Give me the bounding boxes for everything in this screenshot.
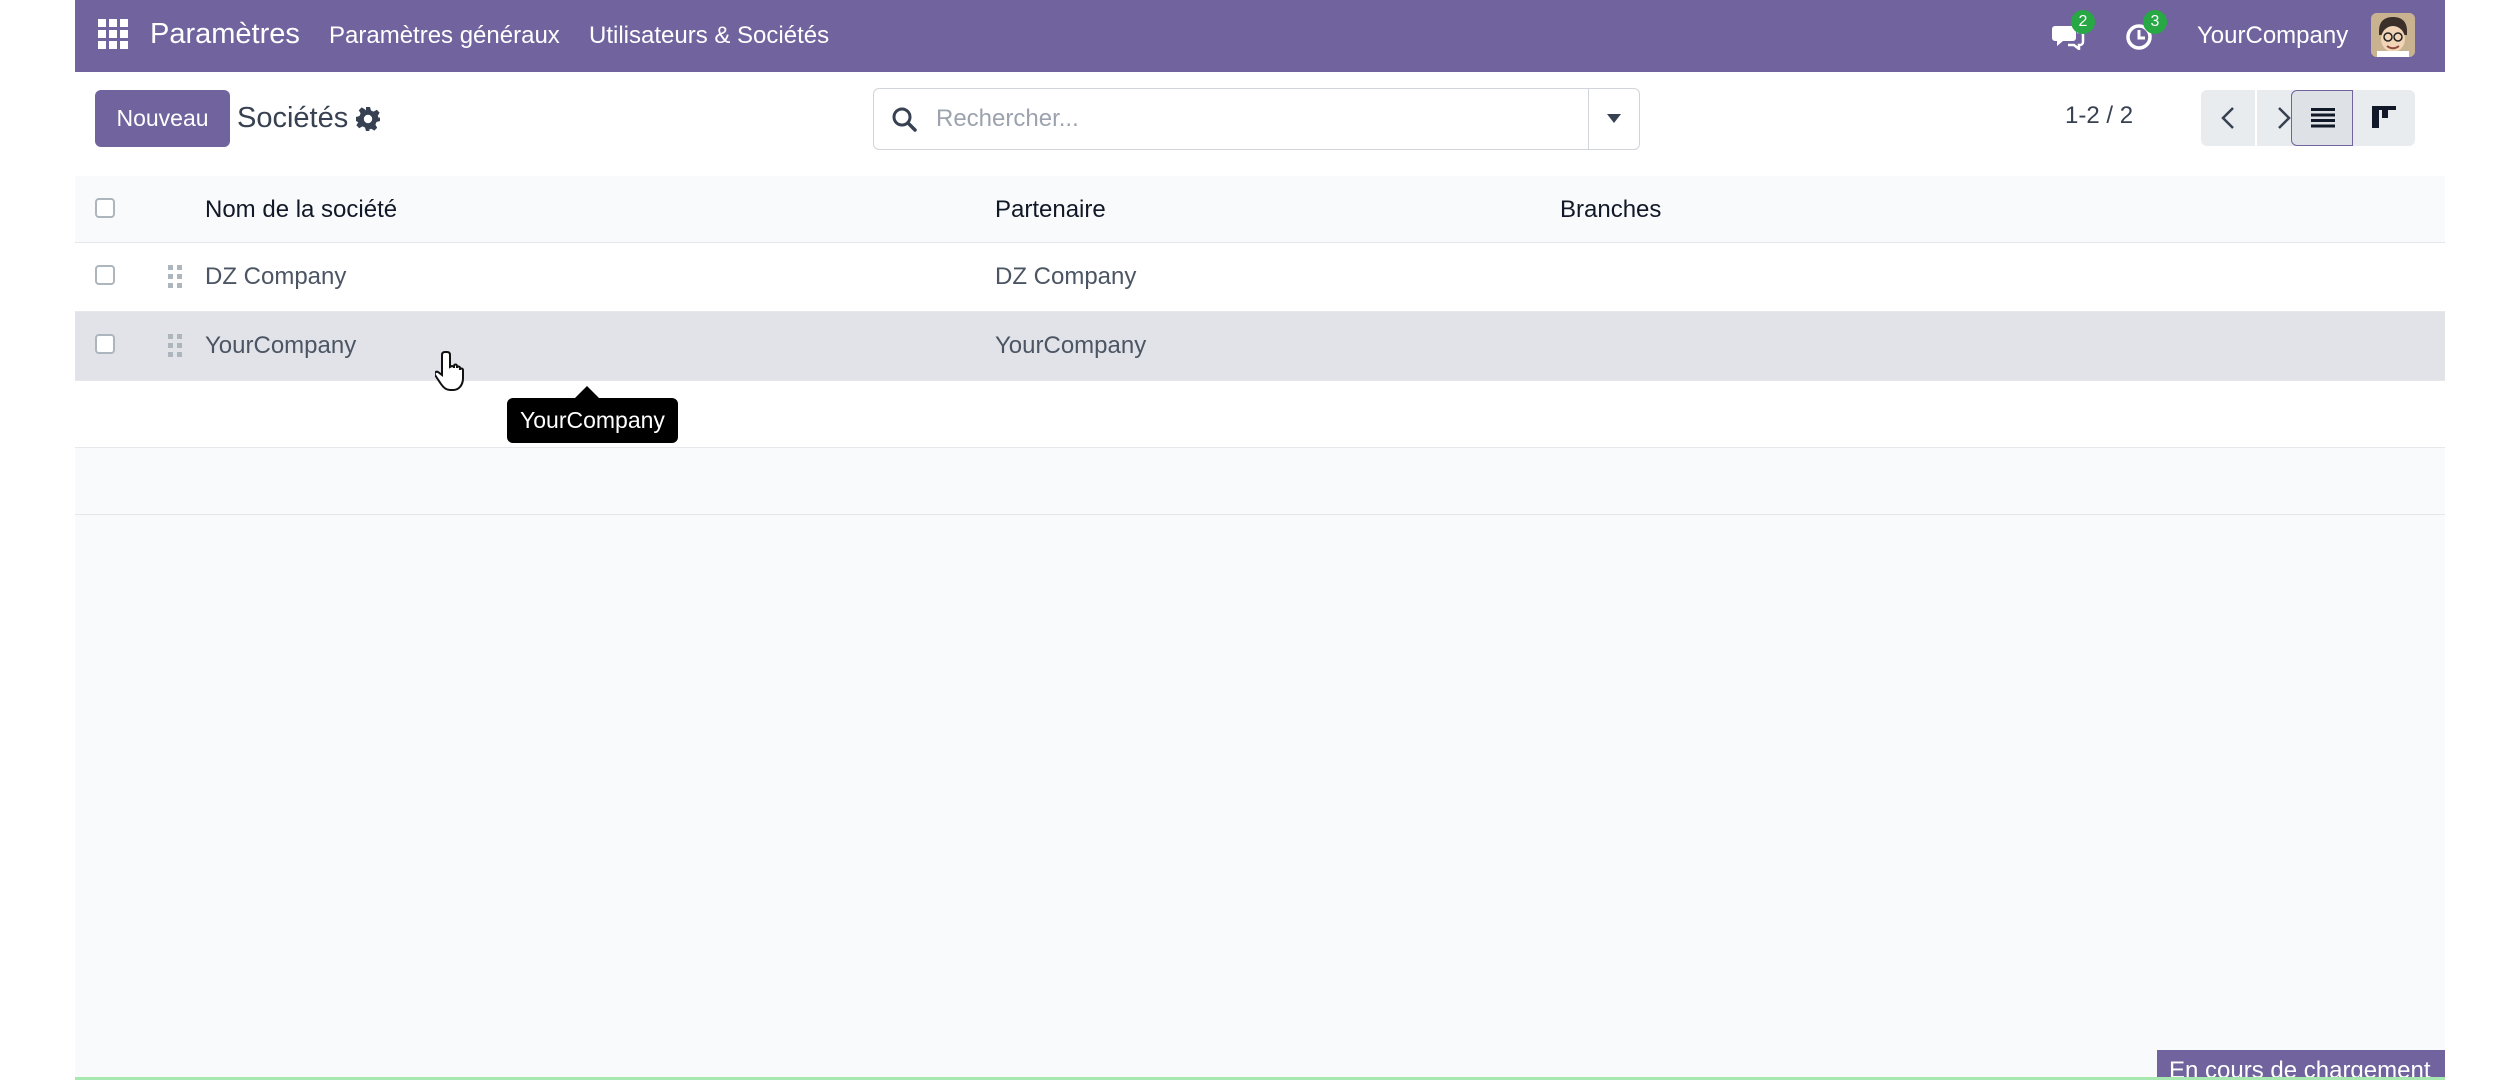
messages-badge: 2 bbox=[2071, 10, 2095, 34]
pager-value[interactable]: 1-2 / 2 bbox=[2065, 102, 2133, 130]
select-all-checkbox[interactable] bbox=[95, 198, 115, 218]
tooltip: YourCompany bbox=[507, 398, 678, 443]
kanban-view-icon bbox=[2372, 106, 2396, 128]
search-bar bbox=[873, 88, 1640, 150]
chevron-left-icon bbox=[2221, 107, 2234, 129]
header-branches[interactable]: Branches bbox=[1560, 196, 1661, 224]
drag-handle-icon[interactable] bbox=[167, 264, 183, 290]
cell-partner[interactable]: DZ Company bbox=[995, 263, 1136, 291]
header-partner[interactable]: Partenaire bbox=[995, 196, 1106, 224]
cell-company-name[interactable]: DZ Company bbox=[205, 263, 346, 291]
empty-row bbox=[75, 381, 2445, 448]
activities-badge: 3 bbox=[2143, 10, 2167, 34]
gear-icon[interactable] bbox=[355, 106, 381, 132]
new-button[interactable]: Nouveau bbox=[95, 90, 230, 147]
header-company-name[interactable]: Nom de la société bbox=[205, 196, 397, 224]
empty-row bbox=[75, 448, 2445, 515]
apps-grid-icon[interactable] bbox=[97, 18, 129, 50]
row-checkbox[interactable] bbox=[95, 334, 115, 354]
menu-users-companies[interactable]: Utilisateurs & Sociétés bbox=[589, 22, 829, 50]
search-options-toggle[interactable] bbox=[1588, 89, 1639, 149]
loading-indicator: En cours de chargement bbox=[2157, 1050, 2445, 1080]
user-avatar[interactable] bbox=[2371, 13, 2415, 57]
app-title[interactable]: Paramètres bbox=[150, 18, 300, 51]
avatar-face-icon bbox=[2371, 13, 2415, 57]
caret-down-icon bbox=[1607, 114, 1621, 123]
hand-cursor-icon bbox=[435, 351, 464, 391]
row-checkbox[interactable] bbox=[95, 265, 115, 285]
table-header: Nom de la société Partenaire Branches bbox=[75, 176, 2445, 243]
breadcrumb-title: Sociétés bbox=[237, 102, 349, 134]
cell-company-name[interactable]: YourCompany bbox=[205, 332, 356, 360]
search-input[interactable] bbox=[934, 101, 1558, 137]
activities-button[interactable]: 3 bbox=[2121, 10, 2167, 58]
search-icon bbox=[892, 107, 917, 132]
companies-table: Nom de la société Partenaire Branches DZ… bbox=[75, 176, 2445, 515]
table-row[interactable]: DZ Company DZ Company bbox=[75, 243, 2445, 312]
kanban-view-button[interactable] bbox=[2353, 90, 2415, 146]
menu-general-settings[interactable]: Paramètres généraux bbox=[329, 22, 560, 50]
control-panel: Nouveau Sociétés 1-2 / 2 bbox=[75, 72, 2445, 177]
table-row[interactable]: YourCompany YourCompany bbox=[75, 312, 2445, 381]
chevron-right-icon bbox=[2278, 107, 2291, 129]
list-view-button[interactable] bbox=[2291, 90, 2353, 146]
top-navbar: Paramètres Paramètres généraux Utilisate… bbox=[75, 0, 2445, 72]
drag-handle-icon[interactable] bbox=[167, 333, 183, 359]
tooltip-arrow bbox=[575, 386, 599, 398]
odoo-app: Paramètres Paramètres généraux Utilisate… bbox=[75, 0, 2445, 1080]
company-switcher[interactable]: YourCompany bbox=[2197, 22, 2348, 50]
pager-previous-button[interactable] bbox=[2201, 90, 2255, 146]
list-view-icon bbox=[2311, 108, 2335, 128]
cell-partner[interactable]: YourCompany bbox=[995, 332, 1146, 360]
messages-button[interactable]: 2 bbox=[2047, 10, 2095, 58]
